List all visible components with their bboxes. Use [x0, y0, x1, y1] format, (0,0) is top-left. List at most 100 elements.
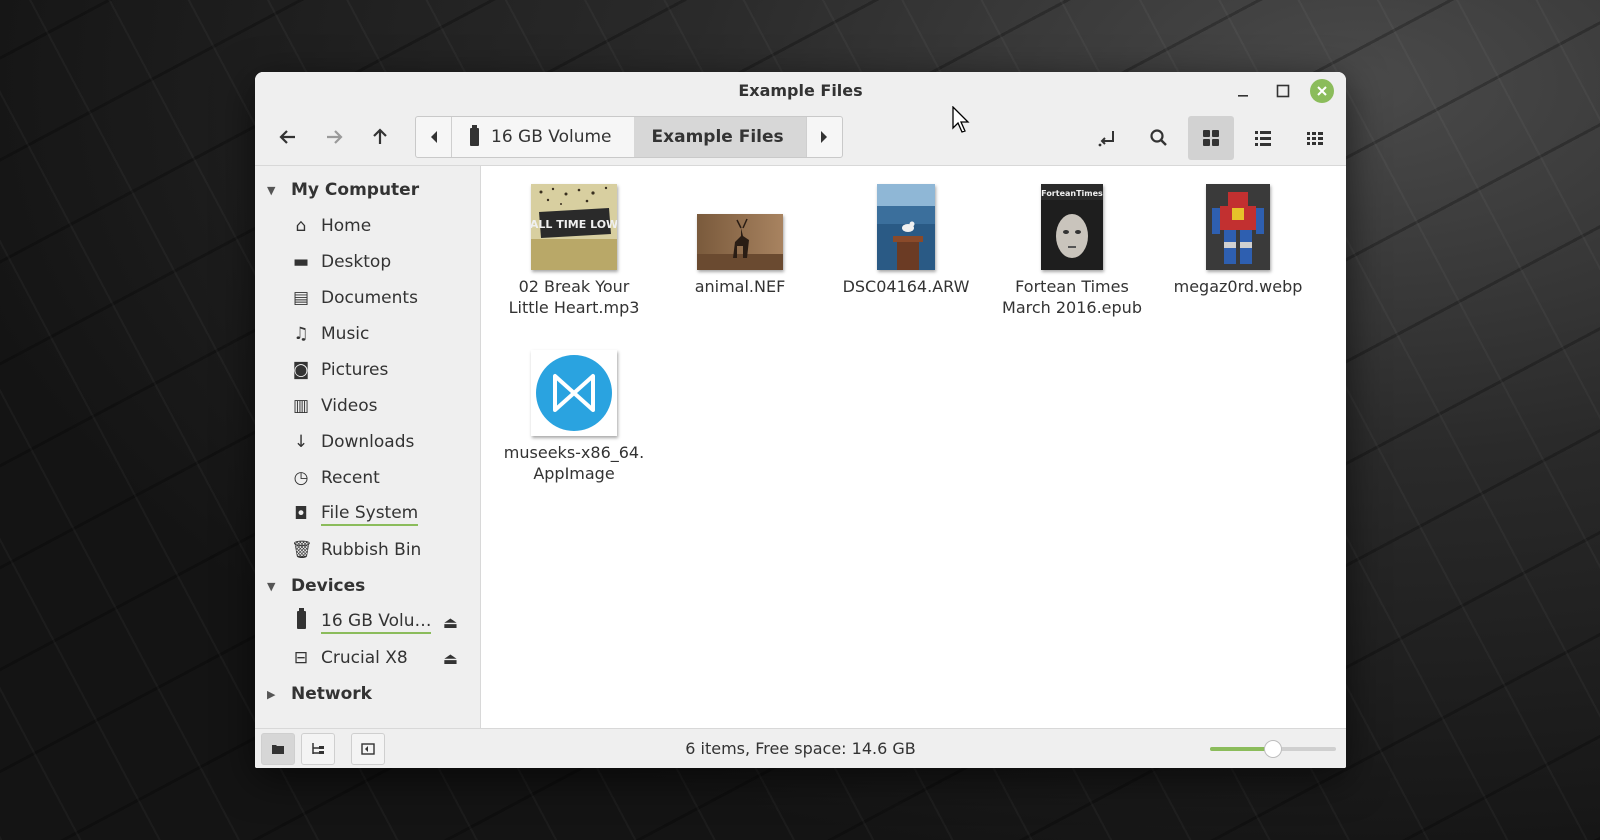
file-name: DSC04164.ARW — [842, 277, 970, 296]
breadcrumb: 16 GB Volume Example Files — [415, 115, 843, 158]
sidebar-item-label: Desktop — [321, 252, 392, 272]
film-icon: ▥ — [292, 396, 310, 416]
album-band-text: ALL TIME LOW — [531, 218, 617, 231]
breadcrumb-label: Example Files — [651, 126, 784, 147]
museeks-app-icon — [531, 350, 617, 436]
status-text: 6 items, Free space: 14.6 GB — [685, 739, 916, 758]
sidebar-item-videos[interactable]: ▥ Videos — [255, 388, 480, 424]
title-bar[interactable]: Example Files — [255, 72, 1346, 108]
show-treeview-button[interactable] — [301, 732, 335, 765]
sidebar-item-rubbish-bin[interactable]: 🗑 Rubbish Bin — [255, 532, 480, 568]
expander-down-icon: ▼ — [267, 579, 276, 593]
compact-list-icon — [1307, 132, 1323, 145]
status-bar: 6 items, Free space: 14.6 GB — [255, 728, 1346, 768]
music-icon: ♫ — [293, 324, 309, 344]
sidebar-item-crucial-x8[interactable]: ⊟ Crucial X8 ⏏ — [255, 640, 480, 676]
back-button[interactable] — [265, 117, 311, 157]
file-item-epub[interactable]: ForteanTimes Fortean Times March 2016.ep… — [997, 180, 1147, 318]
forward-button[interactable] — [311, 117, 357, 157]
magazine-cover-thumbnail: ForteanTimes — [1041, 184, 1103, 270]
sidebar-item-16gb-volume[interactable]: 16 GB Volu… ⏏ — [255, 604, 480, 640]
desktop-icon: ▬ — [292, 252, 310, 272]
sidebar-item-label: Rubbish Bin — [321, 540, 422, 560]
folder-icon — [272, 744, 284, 754]
download-icon: ↓ — [293, 432, 309, 452]
caret-left-icon — [430, 130, 437, 143]
file-item-arw[interactable]: DSC04164.ARW — [831, 180, 981, 297]
compact-view-button[interactable] — [1292, 116, 1338, 160]
file-name: museeks-x86_64. AppImage — [503, 443, 645, 483]
section-title: My Computer — [291, 180, 420, 200]
file-item-mp3[interactable]: ALL TIME LOW 02 Break Your Little Heart.… — [499, 180, 649, 318]
breadcrumb-scroll-right[interactable] — [805, 116, 842, 157]
sidebar-section-my-computer[interactable]: ▼ My Computer — [255, 172, 480, 208]
close-button[interactable] — [1310, 79, 1334, 103]
maximize-button[interactable] — [1270, 78, 1296, 104]
list-icon — [1255, 131, 1271, 146]
main-area: ▼ My Computer ⌂ Home ▬ Desktop ▤ Documen… — [255, 166, 1346, 728]
sidebar-item-pictures[interactable]: ◙ Pictures — [255, 352, 480, 388]
hide-sidebar-button[interactable] — [351, 732, 385, 765]
file-name: megaz0rd.webp — [1173, 277, 1303, 296]
home-icon: ⌂ — [295, 216, 307, 236]
arrow-right-icon — [327, 129, 343, 144]
toggle-location-icon — [1098, 131, 1114, 147]
file-item-appimage[interactable]: museeks-x86_64. AppImage — [499, 346, 649, 484]
zoom-handle[interactable] — [1264, 740, 1282, 758]
seagull-photo-thumbnail — [877, 184, 935, 270]
harddisk-icon: ◘ — [294, 504, 308, 524]
breadcrumb-item-volume[interactable]: 16 GB Volume — [452, 117, 634, 157]
sidebar-item-recent[interactable]: ◷ Recent — [255, 460, 480, 496]
sidebar-item-label: Crucial X8 — [321, 648, 408, 668]
sidebar-item-desktop[interactable]: ▬ Desktop — [255, 244, 480, 280]
caret-right-icon — [821, 130, 828, 143]
external-drive-icon: ⊟ — [293, 648, 309, 668]
grid-icon — [1203, 130, 1219, 146]
eject-icon[interactable]: ⏏ — [443, 649, 458, 668]
file-item-nef[interactable]: animal.NEF — [665, 180, 815, 297]
sidebar-item-documents[interactable]: ▤ Documents — [255, 280, 480, 316]
trash-icon: 🗑 — [291, 540, 313, 560]
sidebar-item-file-system[interactable]: ◘ File System — [255, 496, 480, 532]
arrow-left-icon — [279, 129, 295, 144]
search-button[interactable] — [1136, 116, 1182, 160]
file-name: animal.NEF — [694, 277, 786, 296]
sidebar-section-network[interactable]: ▶ Network — [255, 676, 480, 712]
toolbar-right-group — [1084, 116, 1338, 160]
sidebar-item-downloads[interactable]: ↓ Downloads — [255, 424, 480, 460]
sidebar-item-label: Home — [321, 216, 372, 236]
minimize-button[interactable] — [1230, 78, 1256, 104]
arrow-up-icon — [373, 127, 387, 144]
expander-down-icon: ▼ — [267, 183, 276, 197]
eject-icon[interactable]: ⏏ — [443, 613, 458, 632]
sidebar-item-music[interactable]: ♫ Music — [255, 316, 480, 352]
expander-right-icon: ▶ — [267, 687, 276, 701]
usb-drive-icon — [291, 607, 311, 634]
file-name: 02 Break Your Little Heart.mp3 — [508, 277, 640, 317]
usb-drive-icon — [470, 124, 479, 146]
section-title: Devices — [291, 576, 366, 596]
sidebar-item-home[interactable]: ⌂ Home — [255, 208, 480, 244]
breadcrumb-scroll-left[interactable] — [416, 116, 452, 157]
up-button[interactable] — [357, 117, 403, 157]
show-places-button[interactable] — [261, 732, 295, 765]
window-controls — [1230, 78, 1334, 104]
sidebar-item-label: Pictures — [321, 360, 389, 380]
icon-view-button[interactable] — [1188, 116, 1234, 160]
window-title: Example Files — [738, 80, 863, 100]
sidebar-section-devices[interactable]: ▼ Devices — [255, 568, 480, 604]
location-entry-button[interactable] — [1084, 116, 1130, 160]
section-title: Network — [291, 684, 372, 704]
zoom-slider[interactable] — [1210, 740, 1336, 758]
file-item-webp[interactable]: megaz0rd.webp — [1163, 180, 1313, 297]
close-icon — [1317, 86, 1327, 96]
magazine-title-text: ForteanTimes — [1041, 189, 1103, 198]
breadcrumb-item-current[interactable]: Example Files — [633, 116, 806, 157]
camera-icon: ◙ — [292, 360, 310, 380]
minimize-icon — [1238, 95, 1248, 97]
robot-photo-thumbnail — [1206, 184, 1270, 270]
sidebar-item-label: 16 GB Volu… — [321, 611, 432, 634]
tree-icon — [312, 742, 324, 754]
file-view[interactable]: ALL TIME LOW 02 Break Your Little Heart.… — [481, 166, 1346, 728]
list-view-button[interactable] — [1240, 116, 1286, 160]
